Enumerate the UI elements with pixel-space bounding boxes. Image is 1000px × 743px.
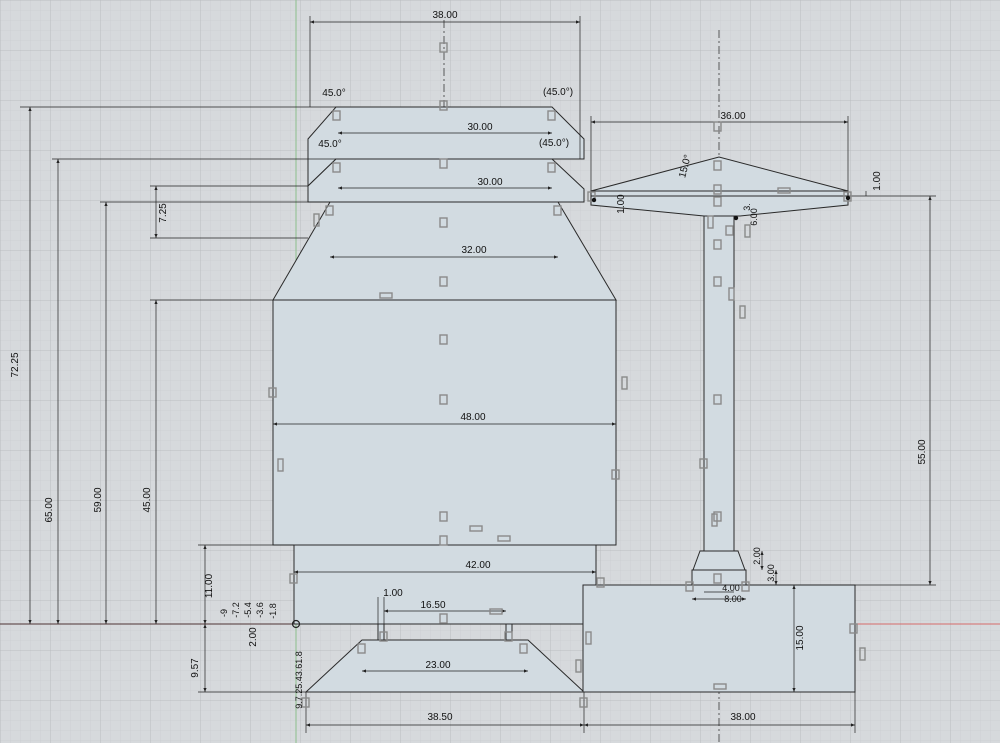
dim-chamfer-left-1: 45.0° bbox=[322, 88, 345, 99]
dim-post-w-6: 6.00 bbox=[749, 208, 759, 226]
dim-height-59: 59.00 bbox=[93, 487, 104, 512]
dim-collar-4: 4.00 bbox=[722, 583, 740, 593]
dim-neg-value-2: -7.2 bbox=[231, 602, 241, 618]
second-chamfer-band[interactable] bbox=[307, 158, 585, 203]
dim-chamfer-right-1: (45.0°) bbox=[543, 87, 573, 98]
dim-height-11: 11.00 bbox=[204, 573, 215, 598]
post-rect[interactable] bbox=[703, 215, 735, 552]
dim-cap-width-36: 36.00 bbox=[720, 111, 745, 122]
dim-height-65: 65.00 bbox=[44, 497, 55, 522]
cad-sketch-canvas[interactable]: 38.00 45.0° (45.0°) 30.00 45.0° (45.0°) … bbox=[0, 0, 1000, 743]
dim-width-30-top: 30.00 bbox=[467, 122, 492, 133]
dim-height-7-25: 7.25 bbox=[158, 203, 169, 223]
dim-width-30-second: 30.00 bbox=[477, 177, 502, 188]
dim-width-38-50: 38.50 bbox=[427, 712, 452, 723]
dim-pos-values: 9.7.25.43.61.8 bbox=[294, 651, 304, 709]
dim-height-9-57: 9.57 bbox=[190, 658, 201, 678]
dim-collar-2: 2.00 bbox=[752, 547, 762, 565]
dim-collar-8: 8.00 bbox=[724, 594, 742, 604]
dim-width-23: 23.00 bbox=[425, 660, 450, 671]
dim-neg-value-4: -3.6 bbox=[255, 602, 265, 618]
dim-width-1-bottom: 1.00 bbox=[383, 588, 403, 599]
dim-width-42: 42.00 bbox=[465, 560, 490, 571]
dim-height-72-25: 72.25 bbox=[10, 352, 21, 377]
dim-neg-value-5: -1.8 bbox=[268, 603, 278, 619]
main-body-rect[interactable] bbox=[272, 299, 617, 546]
dim-collar-3: 3.00 bbox=[766, 564, 776, 582]
dim-chamfer-right-2: (45.0°) bbox=[539, 138, 569, 149]
collar-trapezoid[interactable] bbox=[692, 550, 746, 571]
dim-height-45: 45.00 bbox=[142, 487, 153, 512]
shoulder-trapezoid[interactable] bbox=[272, 201, 617, 301]
dim-width-32: 32.00 bbox=[461, 245, 486, 256]
dim-neg-value-3: -5.4 bbox=[243, 602, 253, 618]
dim-top-width: 38.00 bbox=[432, 10, 457, 21]
right-base-rect[interactable] bbox=[582, 584, 856, 693]
dim-base-height-15: 15.00 bbox=[795, 625, 806, 650]
dim-chamfer-left-2: 45.0° bbox=[318, 139, 341, 150]
dim-width-38-bottom: 38.00 bbox=[730, 712, 755, 723]
dim-height-2-bottom: 2.00 bbox=[248, 627, 259, 647]
dim-width-16-50: 16.50 bbox=[420, 600, 445, 611]
lower-neck-rect[interactable] bbox=[293, 544, 597, 625]
dim-neg-values: -9 bbox=[219, 609, 229, 617]
dim-cap-height-1-right: 1.00 bbox=[872, 171, 883, 191]
dim-width-48: 48.00 bbox=[460, 412, 485, 423]
dim-post-height-55: 55.00 bbox=[917, 439, 928, 464]
dim-cap-height-1-left: 1.00 bbox=[616, 194, 627, 214]
